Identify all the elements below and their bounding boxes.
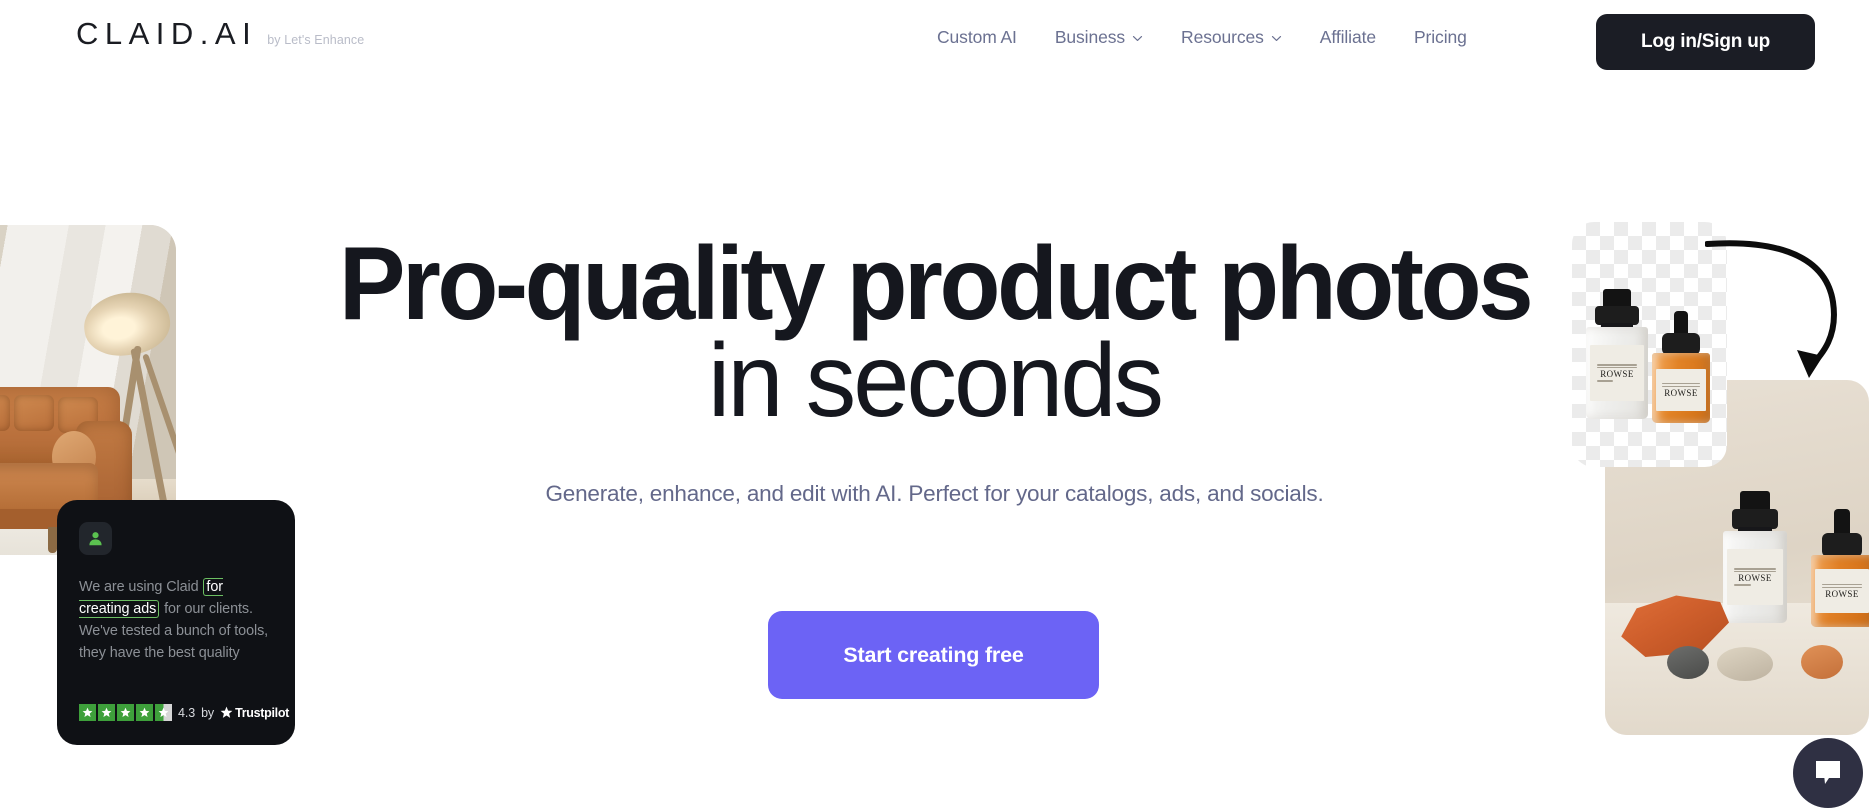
testimonial-card: We are using Claid for creating ads for … (57, 500, 295, 745)
product-bottle-dropper: ROWSE (1811, 509, 1869, 627)
bottle-nozzle (1732, 509, 1778, 529)
trustpilot-logo: Trustpilot (220, 706, 289, 720)
rating-score: 4.3 (178, 705, 196, 720)
chat-widget-button[interactable] (1793, 738, 1863, 808)
nav-item-business[interactable]: Business (1036, 27, 1162, 48)
nav-label: Custom AI (937, 27, 1017, 47)
chat-bubble-icon (1816, 761, 1840, 784)
star-icon (136, 704, 153, 721)
logo-text: CLAID.AI (76, 16, 258, 51)
trustpilot-star-icon (220, 706, 233, 718)
nav-item-pricing[interactable]: Pricing (1395, 27, 1486, 48)
logo[interactable]: CLAID.AI by Let's Enhance (76, 18, 364, 49)
bottle-label: ROWSE (1590, 345, 1644, 401)
nav-label: Affiliate (1319, 27, 1376, 47)
page-root: CLAID.AI by Let's Enhance Custom AI Busi… (0, 0, 1869, 809)
nav-item-custom-ai[interactable]: Custom AI (918, 27, 1036, 48)
trustpilot-wordmark: Trustpilot (235, 705, 290, 720)
nav-label: Business (1054, 27, 1126, 47)
nav-item-resources[interactable]: Resources (1162, 27, 1301, 48)
pebble-orange (1801, 645, 1843, 679)
label-brand: ROWSE (1825, 589, 1859, 600)
main-navigation: Custom AI Business Resources Affiliate P… (918, 27, 1486, 48)
start-creating-free-button[interactable]: Start creating free (768, 611, 1099, 699)
label-brand: ROWSE (1600, 369, 1634, 380)
nav-label: Pricing (1413, 27, 1467, 47)
pebble-light (1717, 647, 1773, 681)
chevron-down-icon (1271, 33, 1282, 44)
star-icon (79, 704, 96, 721)
chevron-down-icon (1132, 33, 1143, 44)
bottle-label: ROWSE (1815, 569, 1869, 613)
label-fineprint (1734, 583, 1776, 587)
site-header: CLAID.AI by Let's Enhance Custom AI Busi… (0, 0, 1869, 90)
bottle-label: ROWSE (1727, 549, 1783, 605)
star-icon (117, 704, 134, 721)
headline-line-1: Pro-quality product photos (338, 226, 1534, 342)
user-avatar-icon (79, 522, 112, 555)
nav-label: Resources (1181, 27, 1264, 47)
star-icon (98, 704, 115, 721)
nav-item-affiliate[interactable]: Affiliate (1301, 27, 1395, 48)
label-brand: ROWSE (1738, 573, 1772, 584)
bottle-label: ROWSE (1656, 369, 1706, 411)
cutout-bottle-dropper: ROWSE (1652, 311, 1710, 423)
transparent-cutout-card: ROWSE ROWSE (1572, 222, 1727, 467)
star-half-icon (155, 704, 172, 721)
label-brand: ROWSE (1664, 388, 1698, 399)
bottle-dropper-top (1822, 533, 1862, 557)
testimonial-quote: We are using Claid for creating ads for … (79, 577, 273, 665)
trustpilot-rating: 4.3 by Trustpilot (79, 704, 289, 721)
cutout-bottle-spray: ROWSE (1586, 289, 1648, 419)
quote-part-1: We are using Claid (79, 579, 203, 595)
login-signup-button[interactable]: Log in/Sign up (1596, 14, 1815, 70)
label-fineprint (1596, 379, 1638, 383)
pebble-dark (1667, 646, 1709, 679)
headline-line-2: in seconds (707, 322, 1164, 439)
bottle-dropper-top (1662, 333, 1700, 355)
rating-by-label: by (201, 705, 215, 720)
star-rating (79, 704, 172, 721)
product-bottle-spray: ROWSE (1723, 491, 1787, 623)
logo-subtitle: by Let's Enhance (267, 33, 365, 47)
